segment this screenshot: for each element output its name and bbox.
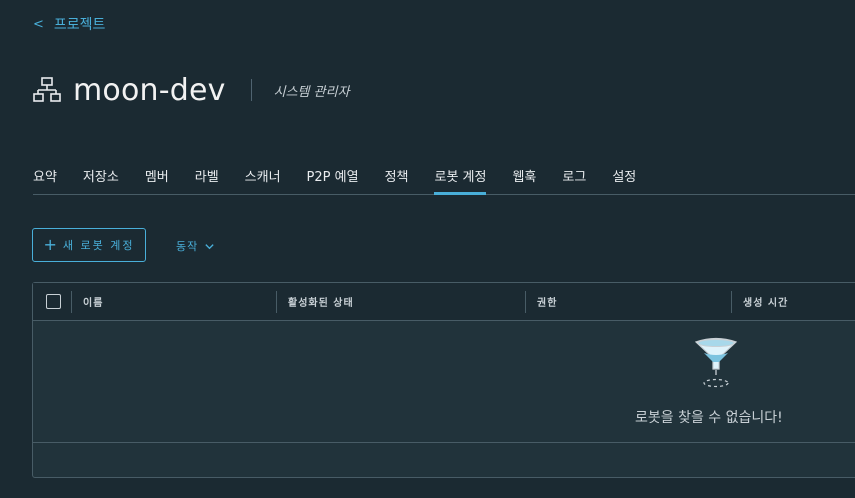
actions-label: 동작 bbox=[176, 240, 199, 253]
tab-scanner[interactable]: 스캐너 bbox=[245, 168, 281, 194]
project-header: moon-dev 시스템 관리자 bbox=[33, 70, 350, 110]
tab-robot-accounts[interactable]: 로봇 계정 bbox=[434, 168, 486, 195]
table-body-empty: 로봇을 찾을 수 없습니다! bbox=[33, 321, 855, 443]
breadcrumb-label: 프로젝트 bbox=[53, 17, 106, 33]
tab-webhooks[interactable]: 웹훅 bbox=[512, 168, 536, 194]
column-separator bbox=[731, 291, 732, 313]
plus-icon: + bbox=[43, 235, 57, 254]
column-header-created-time[interactable]: 생성 시간 bbox=[743, 283, 788, 320]
tab-p2p-preheat[interactable]: P2P 예열 bbox=[307, 168, 359, 194]
add-robot-account-label: 새 로봇 계정 bbox=[62, 239, 135, 252]
chevron-down-icon bbox=[205, 243, 214, 249]
column-separator bbox=[525, 291, 526, 313]
add-robot-account-button[interactable]: + 새 로봇 계정 bbox=[32, 228, 146, 262]
empty-state-message: 로봇을 찾을 수 없습니다! bbox=[635, 410, 783, 426]
project-icon bbox=[33, 77, 61, 102]
column-header-name[interactable]: 이름 bbox=[83, 283, 103, 320]
table-header: 이름 활성화된 상태 권한 생성 시간 bbox=[33, 283, 855, 321]
chevron-left-icon: < bbox=[33, 16, 44, 32]
filter-funnel-icon bbox=[694, 337, 738, 388]
robot-accounts-page: < 프로젝트 moon-dev 시스템 관리자 요약 저장소 멤버 라벨 스캐너… bbox=[0, 0, 855, 498]
project-title: moon-dev bbox=[73, 72, 226, 108]
column-separator bbox=[276, 291, 277, 313]
tab-logs[interactable]: 로그 bbox=[562, 168, 586, 194]
back-to-projects-link[interactable]: < 프로젝트 bbox=[33, 14, 105, 34]
tab-members[interactable]: 멤버 bbox=[145, 168, 169, 194]
actions-dropdown-button[interactable]: 동작 bbox=[176, 238, 215, 254]
column-header-permissions[interactable]: 권한 bbox=[537, 283, 557, 320]
tab-policy[interactable]: 정책 bbox=[385, 168, 409, 194]
tab-labels[interactable]: 라벨 bbox=[195, 168, 219, 194]
select-all-checkbox[interactable] bbox=[46, 294, 61, 309]
column-separator bbox=[71, 291, 72, 313]
tab-settings[interactable]: 설정 bbox=[612, 168, 636, 194]
robot-accounts-table: 이름 활성화된 상태 권한 생성 시간 로봇을 찾을 수 없습니다! bbox=[32, 282, 855, 478]
column-header-enabled-state[interactable]: 활성화된 상태 bbox=[288, 283, 354, 320]
table-footer bbox=[33, 443, 855, 479]
user-role-label: 시스템 관리자 bbox=[273, 84, 350, 100]
tab-summary[interactable]: 요약 bbox=[33, 168, 57, 194]
title-divider bbox=[250, 79, 252, 101]
project-tabs: 요약 저장소 멤버 라벨 스캐너 P2P 예열 정책 로봇 계정 웹훅 로그 설… bbox=[33, 168, 855, 195]
tab-repositories[interactable]: 저장소 bbox=[83, 168, 119, 194]
